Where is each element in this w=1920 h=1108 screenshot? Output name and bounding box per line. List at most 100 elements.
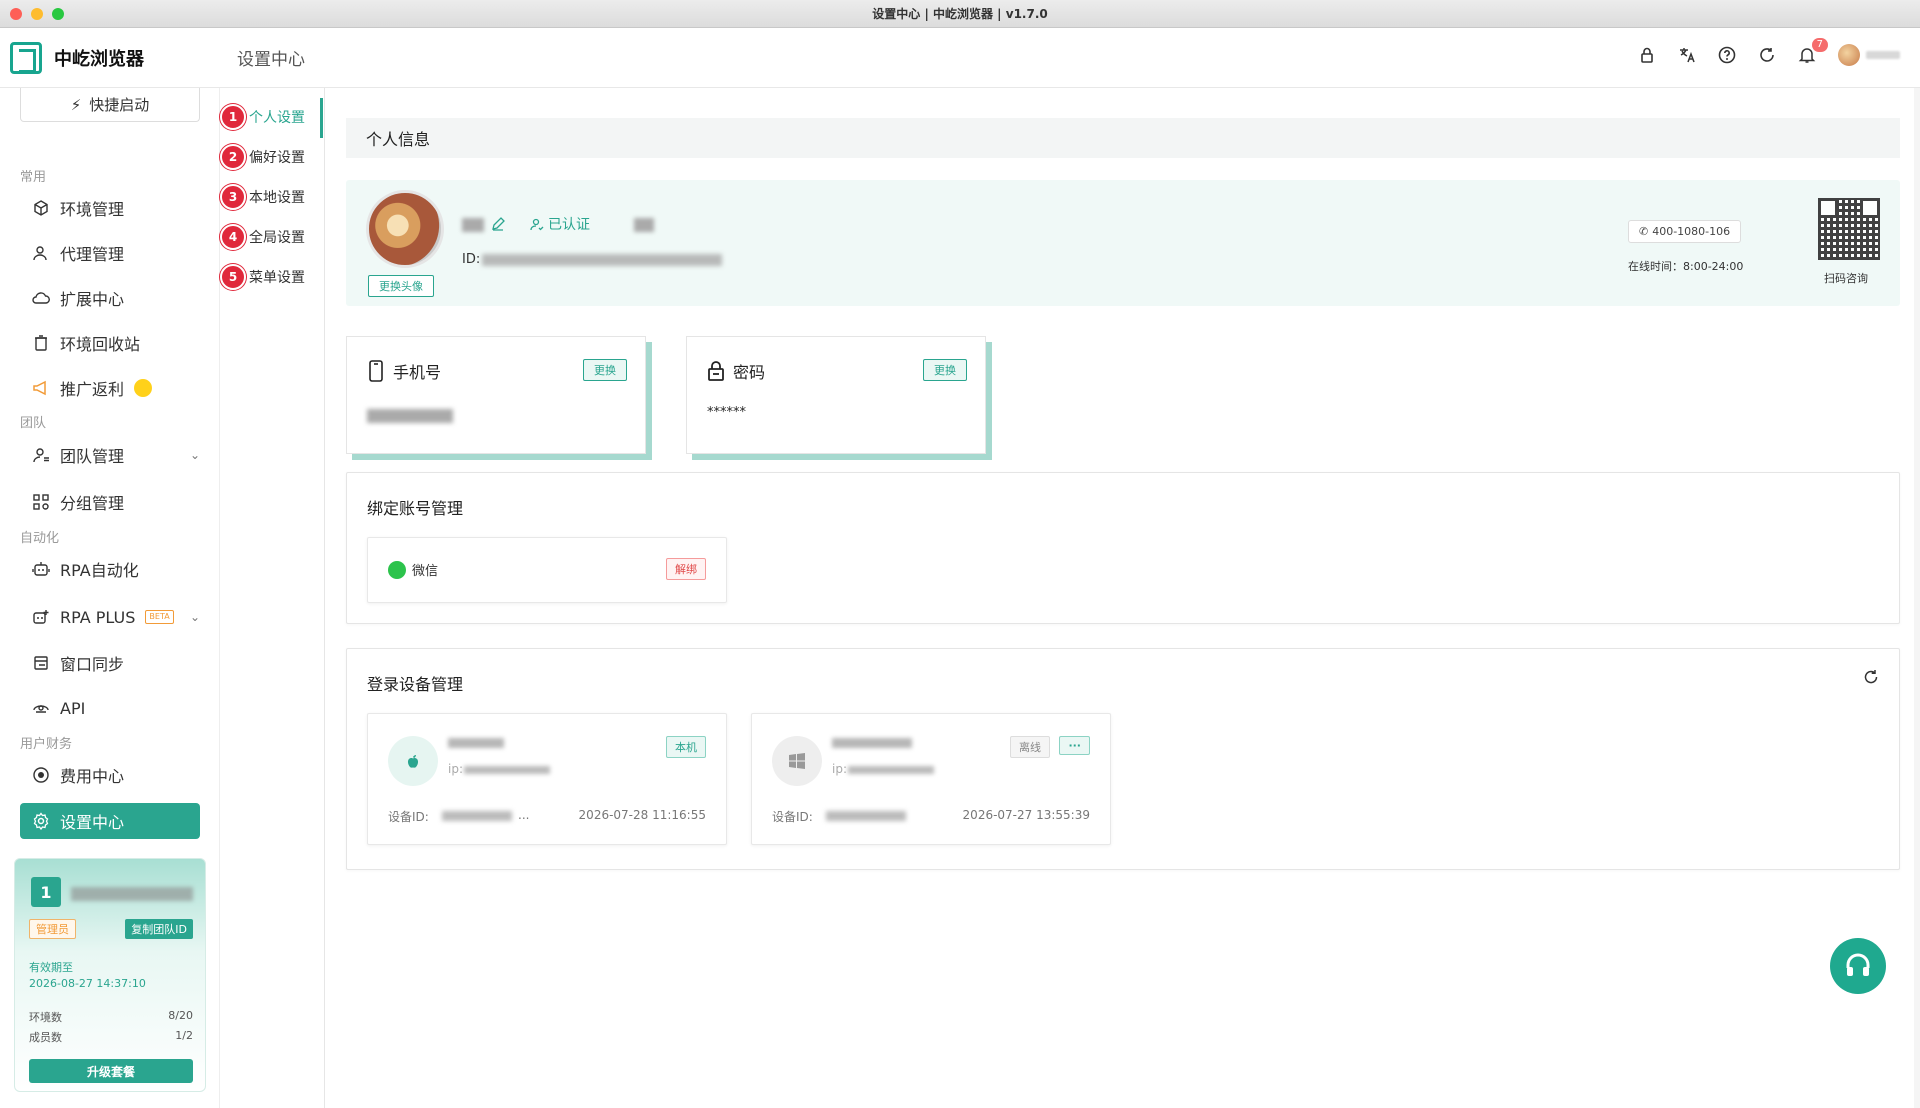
window-controls [10,8,64,20]
subnav-global[interactable]: 4 全局设置 [220,222,320,252]
subnav-label: 全局设置 [249,230,305,246]
device-ip-blurred [464,766,550,774]
offline-badge: 离线 [1010,736,1050,758]
password-card: 密码 更换 ****** [686,336,986,454]
chevron-down-icon: ⌄ [189,610,200,624]
refresh-icon[interactable] [1863,669,1879,685]
robot-icon [32,562,50,576]
logo-icon [10,41,42,74]
team-name-blurred [71,887,193,901]
apple-icon [388,736,438,786]
qr-label: 扫码咨询 [1824,272,1868,285]
sidebar-item-rpa[interactable]: RPA自动化 [20,551,200,587]
sidebar-item-settings[interactable]: 设置中心 [20,803,200,839]
device-login-time: 2026-07-27 13:55:39 [962,808,1090,822]
subnav-label: 本地设置 [249,190,305,206]
close-window-button[interactable] [10,8,22,20]
phone-card-title: 手机号 [367,359,441,383]
sidebar-item-label: 代理管理 [60,245,125,264]
device-id-ellipsis: ... [518,808,530,822]
minimize-window-button[interactable] [31,8,43,20]
chevron-down-icon: ⌄ [189,448,200,462]
sidebar-item-team[interactable]: 团队管理 ⌄ [20,437,200,473]
sidebar-item-sync[interactable]: 窗口同步 [20,645,200,681]
customer-support-button[interactable] [1830,938,1886,994]
verified-user-icon [530,218,544,231]
profile-avatar[interactable] [366,190,444,268]
sidebar-item-label: 分组管理 [60,494,125,513]
scrollbar[interactable] [1914,88,1920,1108]
sidebar-item-label: 设置中心 [60,813,125,832]
device-id-label: 设备ID: [388,810,429,824]
help-icon[interactable] [1718,46,1736,64]
settings-subnav: 1 个人设置 2 偏好设置 3 本地设置 4 全局设置 5 菜单设置 [220,88,325,1108]
env-count-row: 环境数 8/20 [29,1009,193,1025]
hotline-number: 400-1080-106 [1652,225,1731,238]
window-sync-icon [34,656,48,670]
expire-label: 有效期至 [29,961,73,974]
wechat-icon [388,560,406,579]
active-indicator [320,98,323,138]
sidebar: ⚡ 快捷启动 常用 环境管理 代理管理 扩展中心 环境回收站 推广返利 团队 团… [0,88,220,1108]
env-count-label: 环境数 [29,1011,62,1024]
unbind-wechat-button[interactable]: 解绑 [666,558,706,580]
section-finance: 用户财务 [20,737,73,752]
current-device-badge: 本机 [666,736,706,758]
device-more-button[interactable]: ··· [1059,736,1090,755]
mobile-phone-icon [369,360,383,382]
group-icon [33,494,49,510]
device-name-blurred [448,738,504,748]
sidebar-item-recycle[interactable]: 环境回收站 [20,325,200,361]
hotline-button[interactable]: ✆ 400-1080-106 [1628,220,1742,243]
device-id-label: 设备ID: [772,810,813,824]
member-count-value: 1/2 [175,1029,193,1042]
zoom-window-button[interactable] [52,8,64,20]
translate-icon[interactable] [1678,46,1696,64]
subnav-preferences[interactable]: 2 偏好设置 [220,142,320,172]
profile-card: 更换头像 已认证 ID: ✆ 400-1080-106 在线时间：8:00-24… [346,180,1900,306]
avatar [1838,44,1860,66]
sidebar-item-group[interactable]: 分组管理 [20,484,200,520]
sidebar-item-label: 推广返利 [60,380,125,399]
sidebar-item-promo[interactable]: 推广返利 [20,370,200,406]
sidebar-item-rpa-plus[interactable]: RPA PLUS BETA ⌄ [20,599,200,635]
sidebar-item-api[interactable]: API [20,690,200,726]
bell-icon[interactable]: 7 [1798,38,1828,64]
change-password-button[interactable]: 更换 [923,359,967,381]
promo-dot [134,379,153,397]
change-avatar-button[interactable]: 更换头像 [368,275,434,297]
megaphone-icon [33,380,46,396]
subnav-personal[interactable]: 1 个人设置 [220,102,320,132]
headset-icon [1846,953,1870,976]
bind-accounts-panel: 绑定账号管理 微信 解绑 [346,472,1900,624]
team-card: 1 管理员 复制团队ID 有效期至 2026-08-27 14:37:10 环境… [14,858,206,1092]
sidebar-item-billing[interactable]: 费用中心 [20,757,200,793]
app-logo[interactable]: 中屹浏览器 [0,41,225,74]
section-automation: 自动化 [20,531,60,546]
member-count-row: 成员数 1/2 [29,1029,193,1045]
step-badge: 3 [220,184,246,210]
device-card: ip: 本机 设备ID: ... 2026-07-28 11:16:55 [367,713,727,845]
sidebar-item-label: 环境管理 [60,200,125,219]
upgrade-plan-button[interactable]: 升级套餐 [29,1059,193,1083]
subnav-menu[interactable]: 5 菜单设置 [220,262,320,292]
device-id-blurred [442,811,512,821]
quick-start-button[interactable]: ⚡ 快捷启动 [20,88,200,122]
sidebar-item-extensions[interactable]: 扩展中心 [20,280,200,316]
phone-number-blurred [367,409,453,423]
lock-icon[interactable] [1638,46,1656,64]
edit-icon[interactable] [490,216,506,232]
change-phone-button[interactable]: 更换 [583,359,627,381]
sidebar-item-proxy[interactable]: 代理管理 [20,235,200,271]
sidebar-item-label: RPA自动化 [60,561,139,580]
lightning-icon: ⚡ [70,95,82,114]
copy-team-id-button[interactable]: 复制团队ID [125,919,193,939]
user-name-blurred [1866,51,1900,59]
verified-name-blurred [634,218,654,232]
user-name-blurred [462,218,484,232]
refresh-icon[interactable] [1758,46,1776,64]
devices-panel: 登录设备管理 ip: 本机 设备ID: ... 2026-07-28 11:16… [346,648,1900,870]
subnav-local[interactable]: 3 本地设置 [220,182,320,212]
user-menu[interactable] [1838,44,1900,66]
sidebar-item-env[interactable]: 环境管理 [20,190,200,226]
